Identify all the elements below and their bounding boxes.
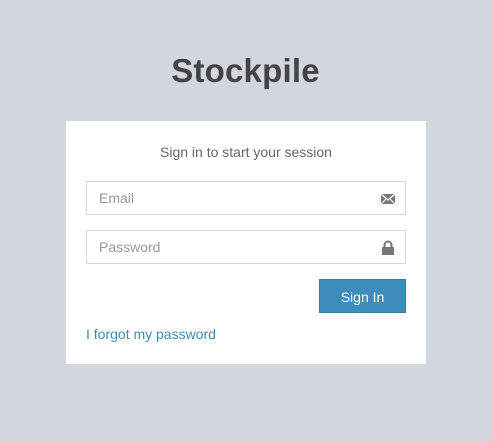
app-logo: Stockpile — [171, 52, 320, 89]
login-box: Sign in to start your session Sign In I … — [66, 121, 426, 364]
sign-in-button[interactable]: Sign In — [319, 279, 406, 313]
password-field-group — [86, 230, 406, 264]
lock-icon — [380, 240, 396, 256]
envelope-icon — [380, 191, 396, 207]
forgot-password-link[interactable]: I forgot my password — [86, 325, 216, 343]
password-input[interactable] — [87, 231, 357, 263]
login-box-message: Sign in to start your session — [160, 144, 332, 160]
email-input[interactable] — [87, 182, 357, 214]
email-field-group — [86, 181, 406, 215]
